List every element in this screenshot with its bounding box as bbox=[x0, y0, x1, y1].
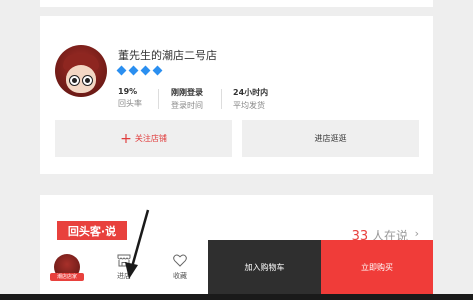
store-icon bbox=[117, 254, 131, 266]
shop-home-button[interactable]: 潮店店家 bbox=[40, 240, 94, 294]
stat-return-rate: 19% 回头率 bbox=[118, 87, 142, 109]
stat-divider bbox=[221, 89, 222, 109]
previous-card bbox=[40, 0, 433, 7]
stat-divider bbox=[158, 89, 159, 109]
diamond-icon bbox=[116, 65, 127, 76]
store-button[interactable]: 进店 bbox=[102, 240, 146, 294]
shop-name[interactable]: 董先生的潮店二号店 bbox=[118, 47, 217, 63]
shop-card: 董先生的潮店二号店 19% 回头率 刚刚登录 登录时间 24小时内 平均发货 +… bbox=[40, 16, 433, 174]
stat-value: 19% bbox=[118, 87, 138, 96]
favorite-label: 收藏 bbox=[173, 271, 187, 280]
heart-icon bbox=[173, 254, 187, 267]
stat-value: 刚刚登录 bbox=[171, 88, 203, 97]
stat-value: 24小时内 bbox=[233, 88, 269, 97]
bottom-strip bbox=[0, 294, 473, 300]
avatar-eye bbox=[82, 75, 93, 86]
add-to-cart-label: 加入购物车 bbox=[244, 262, 285, 272]
shop-avatar[interactable] bbox=[55, 45, 107, 97]
follow-shop-label: 关注店铺 bbox=[134, 134, 167, 143]
buy-now-button[interactable]: 立即购买 bbox=[321, 240, 433, 294]
diamond-icon bbox=[140, 65, 151, 76]
follow-shop-button[interactable]: + 关注店铺 bbox=[55, 120, 232, 157]
chevron-right-icon: › bbox=[414, 227, 419, 240]
favorite-button[interactable]: 收藏 bbox=[158, 240, 202, 294]
plus-icon: + bbox=[120, 130, 132, 147]
shop-mini-badge: 潮店店家 bbox=[50, 273, 84, 281]
review-tag: 回头客·说 bbox=[57, 221, 127, 240]
add-to-cart-button[interactable]: 加入购物车 bbox=[208, 240, 321, 294]
shop-mini-avatar: 潮店店家 bbox=[50, 254, 84, 281]
store-label: 进店 bbox=[117, 271, 131, 280]
avatar-eye bbox=[69, 75, 80, 86]
diamond-icon bbox=[152, 65, 163, 76]
diamond-icon bbox=[128, 65, 139, 76]
stat-shipping: 24小时内 平均发货 bbox=[233, 87, 268, 111]
buy-now-label: 立即购买 bbox=[361, 262, 393, 272]
stat-label: 回头率 bbox=[118, 99, 142, 108]
visit-shop-button[interactable]: 进店逛逛 bbox=[242, 120, 419, 157]
shop-rating-diamonds bbox=[116, 65, 164, 76]
bottom-action-bar: 潮店店家 进店 收藏 加入购物车 立即购买 bbox=[40, 240, 433, 294]
stat-label: 登录时间 bbox=[171, 101, 203, 110]
stat-label: 平均发货 bbox=[233, 101, 265, 110]
review-section[interactable]: 回头客·说 33 人在说 › bbox=[40, 195, 433, 244]
visit-shop-label: 进店逛逛 bbox=[314, 134, 347, 143]
stat-login-time: 刚刚登录 登录时间 bbox=[171, 87, 203, 111]
